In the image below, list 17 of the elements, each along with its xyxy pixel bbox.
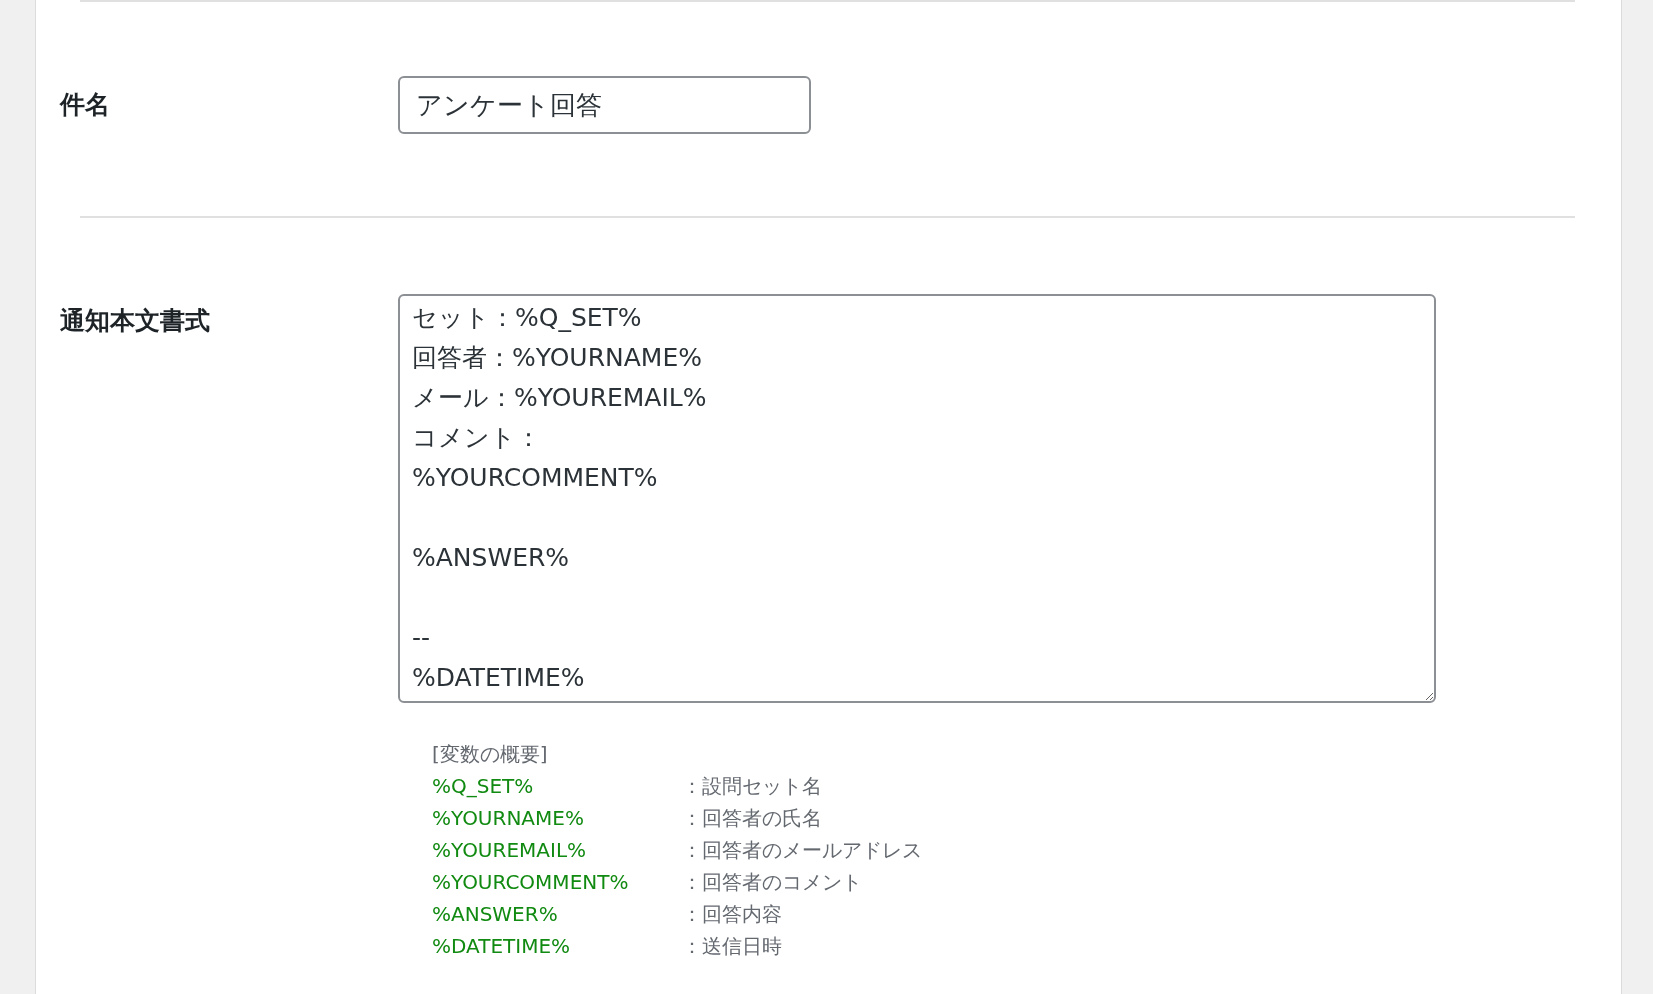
legend-title: [変数の概要] <box>432 741 549 768</box>
subject-input-field[interactable]: アンケート回答 <box>398 76 811 134</box>
body-template-field[interactable]: セット：%Q_SET% 回答者：%YOURNAME% メール：%YOUREMAIL% コメント： %YOURCOMMENT% %ANSWER% -- %DATETIME% <box>398 294 1436 703</box>
variable-description: ：回答内容 <box>682 901 782 928</box>
variable-name: %Q_SET% <box>432 773 535 800</box>
variable-name: %YOUREMAIL% <box>432 837 588 864</box>
variable-description: ：送信日時 <box>682 933 782 960</box>
variable-description: ：回答者のコメント <box>682 869 862 896</box>
variable-description: ：回答者の氏名 <box>682 805 822 832</box>
variable-description: ：回答者のメールアドレス <box>682 837 922 864</box>
variable-name: %ANSWER% <box>432 901 559 928</box>
field-label: 通知本文書式 <box>60 305 211 337</box>
variable-description: ：設問セット名 <box>682 773 822 800</box>
variable-name: %YOURNAME% <box>432 805 585 832</box>
variable-name: %DATETIME% <box>432 933 572 960</box>
field-label: 件名 <box>60 89 111 121</box>
variable-name: %YOURCOMMENT% <box>432 869 630 896</box>
